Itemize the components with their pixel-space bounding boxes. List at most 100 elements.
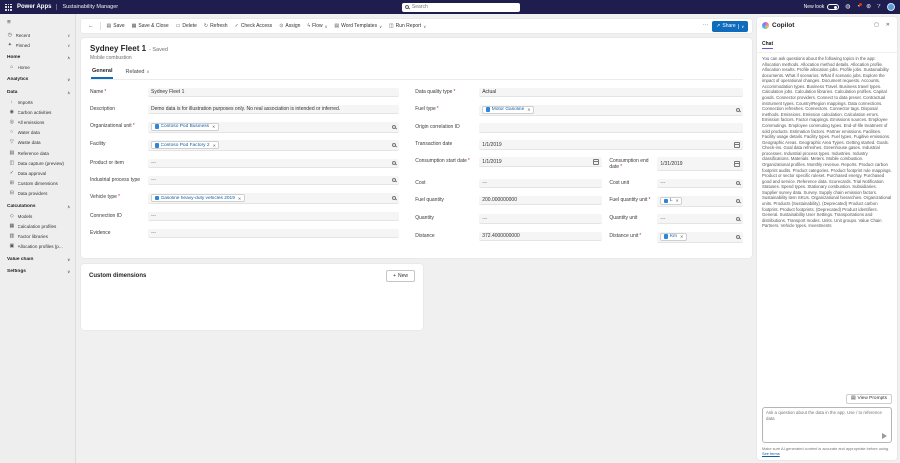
search-icon[interactable] — [392, 161, 396, 165]
close-panel-icon[interactable]: ✕ — [884, 21, 892, 29]
tab-related[interactable]: Related ∨ — [124, 66, 150, 79]
sidebar-item-pinned[interactable]: ✦ Pinned ∨ — [0, 40, 75, 50]
origin-correlation-id-input[interactable] — [479, 123, 743, 133]
check-access-button[interactable]: ✓ Check Access — [232, 21, 276, 31]
consumption-end-date-input[interactable]: 1/31/2019 — [657, 157, 743, 171]
run-report-button[interactable]: ◫ Run Report ∨ — [386, 21, 429, 31]
view-prompts-button[interactable]: ▤ View Prompts — [846, 394, 892, 404]
copilot-question-input[interactable] — [766, 410, 888, 434]
copilot-input-box[interactable] — [762, 407, 892, 443]
user-avatar[interactable] — [887, 3, 896, 12]
organizational-unit-input[interactable]: Contoso Pod Business ✕ — [148, 122, 399, 133]
cost-input[interactable]: --- — [479, 179, 602, 189]
sidebar-section-home[interactable]: Home ∧ — [0, 52, 75, 62]
sidebar-item-models[interactable]: ◇ Models — [0, 211, 75, 221]
distance-unit-input[interactable]: Km ✕ — [657, 232, 743, 243]
flow-button[interactable]: ϟ Flow ∨ — [304, 21, 330, 31]
sidebar-item-imports[interactable]: ↓ Imports — [0, 97, 75, 107]
save-button[interactable]: ▤ Save — [104, 21, 128, 31]
cost-unit-input[interactable]: --- — [657, 179, 743, 189]
search-icon[interactable] — [392, 125, 396, 129]
remove-chip-icon[interactable]: ✕ — [213, 143, 216, 148]
sidebar-item-carbon-activities[interactable]: ◉ Carbon activities — [0, 107, 75, 117]
new-look-toggle[interactable] — [827, 4, 839, 11]
sidebar-item-allocation-profiles[interactable]: ▣ Allocation profiles (p... — [0, 242, 75, 252]
remove-chip-icon[interactable]: ✕ — [680, 234, 683, 239]
app-brand[interactable]: Power Apps — [17, 4, 51, 10]
distance-input[interactable]: 372.4000000000 — [479, 232, 602, 242]
sidebar-section-value-chain[interactable]: Value chain ∨ — [0, 254, 75, 264]
share-button[interactable]: ↗ Share ∨ — [712, 21, 748, 32]
see-terms-link[interactable]: See terms — [762, 451, 780, 456]
consumption-start-date-input[interactable]: 1/1/2019 — [479, 157, 602, 167]
fuel-type-chip[interactable]: Motor Gasoline ✕ — [482, 106, 534, 114]
more-commands-button[interactable]: ⋯ — [700, 21, 712, 31]
new-custom-dimension-button[interactable]: + New — [386, 270, 415, 282]
facility-input[interactable]: Contoso Pod Factory 2 ✕ — [148, 140, 399, 151]
sidebar-item-custom-dimensions[interactable]: ⊞ Custom dimensions — [0, 179, 75, 189]
distance-unit-chip[interactable]: Km ✕ — [660, 233, 687, 241]
tab-general[interactable]: General — [91, 66, 113, 79]
search-icon[interactable] — [736, 199, 740, 203]
save-and-close-button[interactable]: ▦ Save & Close — [129, 21, 172, 31]
remove-chip-icon[interactable]: ✕ — [527, 107, 530, 112]
calendar-icon[interactable] — [734, 161, 740, 167]
remove-chip-icon[interactable]: ✕ — [238, 196, 241, 201]
calendar-icon[interactable] — [593, 159, 599, 165]
facility-chip[interactable]: Contoso Pod Factory 2 ✕ — [151, 141, 219, 149]
description-input[interactable]: Demo data is for illustration purposes o… — [148, 105, 399, 115]
assign-button[interactable]: ⊙ Assign — [276, 21, 303, 31]
word-templates-button[interactable]: ▤ Word Templates ∨ — [331, 21, 384, 31]
search-icon[interactable] — [392, 143, 396, 147]
sidebar-item-recent[interactable]: ◷ Recent ∨ — [0, 30, 75, 40]
quantity-input[interactable]: --- — [479, 214, 602, 224]
settings-gear-icon[interactable]: ⊛ — [866, 4, 871, 10]
sidebar-item-factor-libraries[interactable]: ▥ Factor libraries — [0, 232, 75, 242]
transaction-date-input[interactable]: 1/1/2019 — [479, 140, 743, 150]
global-search-input[interactable] — [412, 4, 517, 10]
global-search-box[interactable] — [402, 3, 520, 12]
evidence-input[interactable]: --- — [148, 229, 399, 239]
sidebar-item-calculation-profiles[interactable]: ▦ Calculation profiles — [0, 221, 75, 231]
hamburger-menu-icon[interactable]: ≡ — [0, 17, 75, 30]
remove-chip-icon[interactable]: ✕ — [676, 198, 679, 203]
environment-name[interactable]: Sustainability Manager — [56, 4, 118, 10]
vehicle-type-chip[interactable]: Gasoline heavy-duty vehicles 2019 ✕ — [151, 194, 245, 202]
calendar-icon[interactable] — [734, 142, 740, 148]
sidebar-item-water-data[interactable]: ○ Water data — [0, 128, 75, 138]
sidebar-section-calculations[interactable]: Calculations ∧ — [0, 201, 75, 211]
sidebar-section-data[interactable]: Data ∧ — [0, 87, 75, 97]
copilot-chat-tab[interactable]: Chat — [762, 41, 773, 49]
delete-button[interactable]: ▭ Delete — [173, 21, 200, 31]
industrial-process-type-input[interactable]: --- — [148, 176, 399, 186]
organizational-unit-chip[interactable]: Contoso Pod Business ✕ — [151, 123, 219, 131]
search-icon[interactable] — [736, 217, 740, 221]
search-icon[interactable] — [736, 181, 740, 185]
fuel-type-input[interactable]: Motor Gasoline ✕ — [479, 105, 743, 116]
sidebar-section-analytics[interactable]: Analytics ∨ — [0, 75, 75, 85]
lightbulb-icon[interactable]: ◍ — [845, 4, 850, 10]
app-launcher-waffle-icon[interactable] — [5, 4, 12, 11]
product-or-item-input[interactable]: --- — [148, 159, 399, 169]
sidebar-item-all-emissions[interactable]: ◎ All emissions — [0, 118, 75, 128]
send-icon[interactable] — [882, 433, 887, 439]
sidebar-item-home[interactable]: ⌂ Home — [0, 63, 75, 73]
name-input[interactable]: Sydney Fleet 1 — [148, 88, 399, 98]
fuel-quantity-unit-input[interactable]: L ✕ — [657, 196, 743, 207]
help-icon[interactable]: ? — [877, 4, 880, 10]
sidebar-section-settings[interactable]: Settings ∨ — [0, 266, 75, 276]
search-icon[interactable] — [736, 235, 740, 239]
fuel-quantity-unit-chip[interactable]: L ✕ — [660, 197, 682, 205]
sidebar-item-waste-data[interactable]: ▽ Waste data — [0, 138, 75, 148]
notifications-bell-icon[interactable]: ◔ — [857, 4, 861, 10]
sidebar-item-data-capture[interactable]: ◫ Data capture (preview) — [0, 158, 75, 168]
vehicle-type-input[interactable]: Gasoline heavy-duty vehicles 2019 ✕ — [148, 193, 399, 204]
sidebar-item-data-providers[interactable]: ⊟ Data providers — [0, 189, 75, 199]
remove-chip-icon[interactable]: ✕ — [212, 124, 215, 129]
search-icon[interactable] — [392, 178, 396, 182]
fuel-quantity-input[interactable]: 200.000000000 — [479, 196, 602, 206]
refresh-button[interactable]: ↻ Refresh — [201, 21, 231, 31]
expand-panel-icon[interactable]: ▢ — [872, 21, 881, 29]
data-quality-type-input[interactable]: Actual — [479, 88, 743, 98]
quantity-unit-input[interactable]: --- — [657, 214, 743, 224]
